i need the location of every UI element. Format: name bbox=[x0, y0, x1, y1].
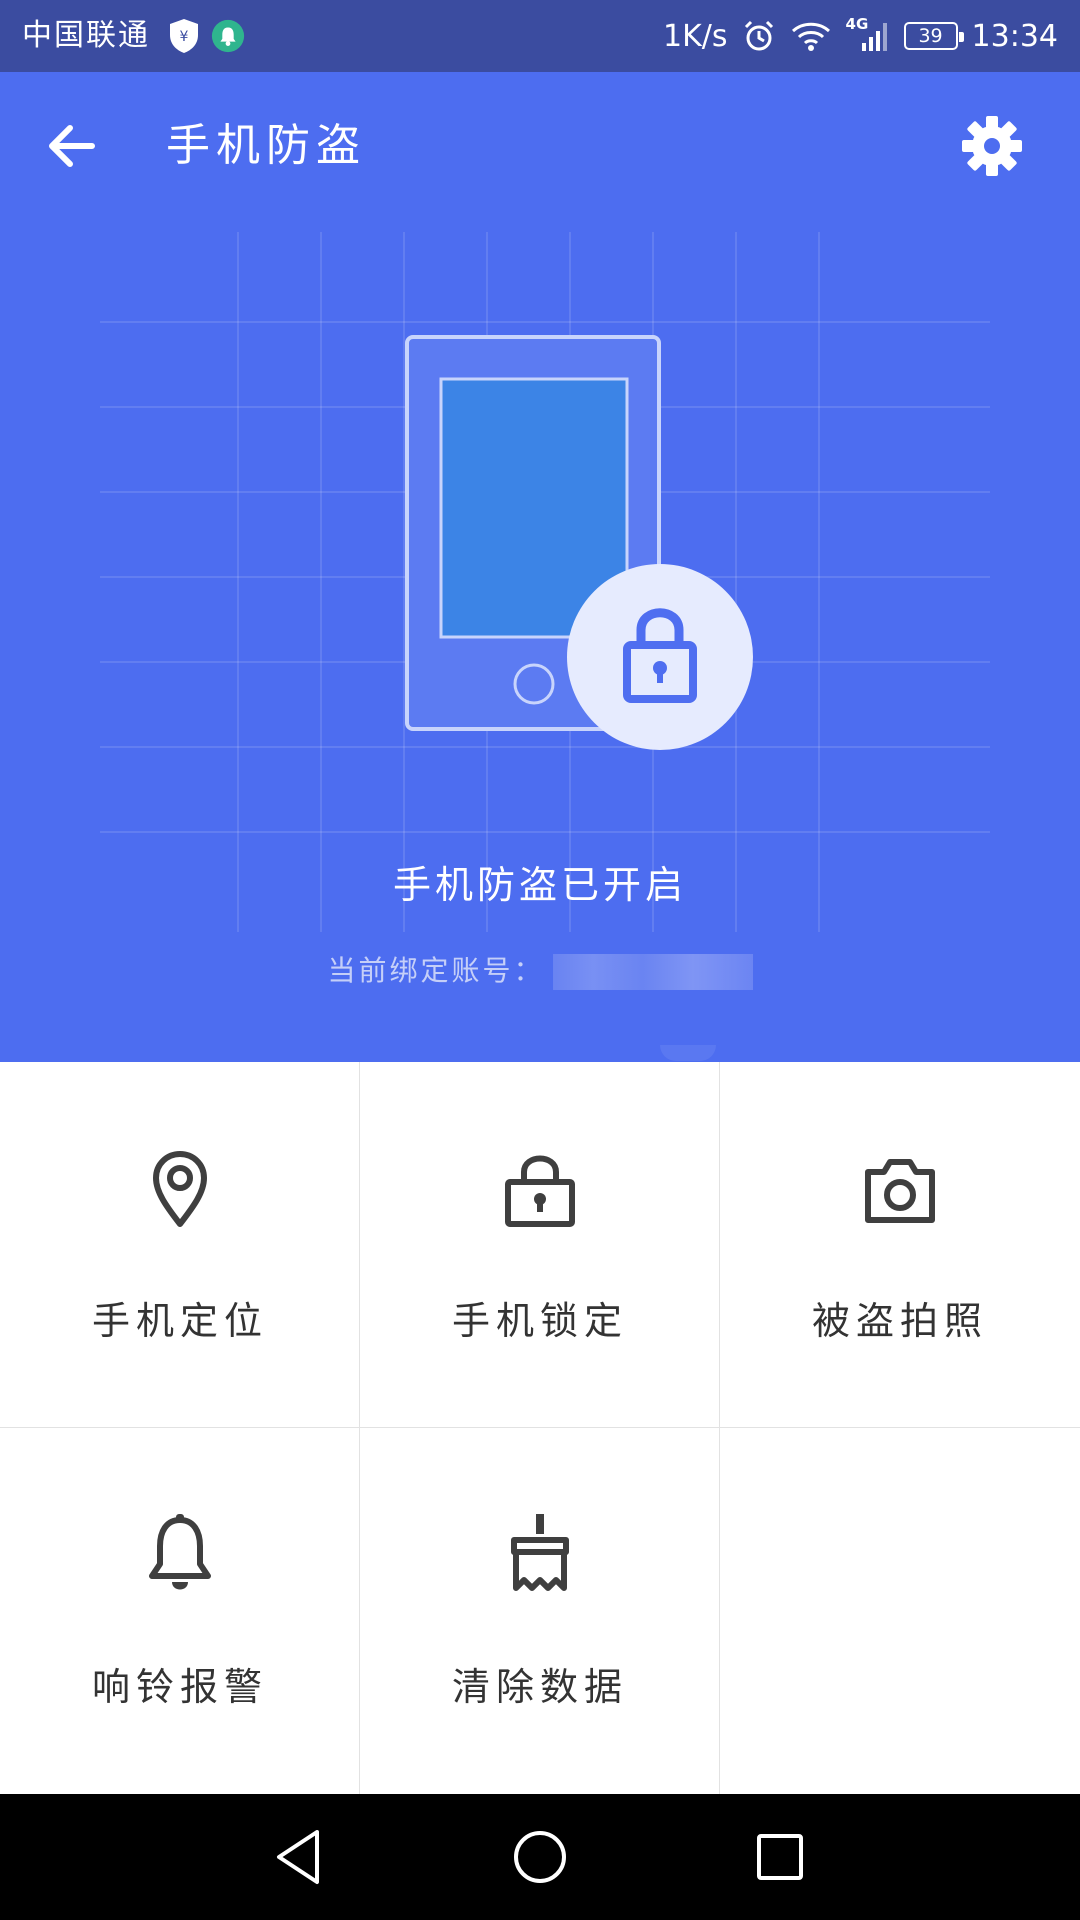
feature-wipe-data[interactable]: 清除数据 bbox=[360, 1428, 720, 1794]
status-bar-right: 1K/s 4G 39 13:34 bbox=[663, 14, 1058, 58]
battery-icon: 39 bbox=[903, 22, 964, 50]
status-bar: 中国联通 ¥ 1K/s 4G 39 13:34 bbox=[0, 0, 1080, 72]
phone-illustration bbox=[405, 335, 753, 750]
hero-header: 手机防盗 手机防盗已开启 当前绑定账号： bbox=[0, 72, 1080, 1062]
arrow-left-icon[interactable] bbox=[36, 114, 100, 178]
home-circle-icon[interactable] bbox=[507, 1824, 573, 1890]
hero-notch bbox=[660, 1045, 716, 1061]
feature-label: 响铃报警 bbox=[91, 1665, 268, 1709]
bound-account-label: 当前绑定账号： bbox=[327, 954, 545, 987]
clock: 13:34 bbox=[971, 18, 1058, 54]
recents-square-icon[interactable] bbox=[747, 1824, 813, 1890]
empty-cell bbox=[720, 1428, 1080, 1794]
feature-ring-alarm[interactable]: 响铃报警 bbox=[0, 1428, 360, 1794]
feature-lock-phone[interactable]: 手机锁定 bbox=[360, 1062, 720, 1428]
signal-icon: 4G bbox=[846, 15, 890, 53]
page-title: 手机防盗 bbox=[166, 120, 366, 171]
system-nav-bar bbox=[0, 1794, 1080, 1920]
alarm-icon bbox=[744, 20, 773, 51]
brush-icon bbox=[511, 1514, 569, 1591]
signal-bars bbox=[861, 23, 887, 51]
lock-icon bbox=[505, 1155, 575, 1227]
bound-account-row: 当前绑定账号： bbox=[0, 949, 1080, 990]
feature-label: 被盗拍照 bbox=[811, 1299, 988, 1343]
feature-theft-photo[interactable]: 被盗拍照 bbox=[720, 1062, 1080, 1428]
feature-label: 手机定位 bbox=[91, 1299, 268, 1343]
feature-locate-phone[interactable]: 手机定位 bbox=[0, 1062, 360, 1428]
carrier-name: 中国联通 bbox=[22, 18, 150, 53]
camera-icon bbox=[865, 1159, 935, 1223]
bell-icon bbox=[149, 1514, 211, 1590]
protection-status-text: 手机防盗已开启 bbox=[392, 863, 687, 907]
net-speed: 1K/s bbox=[663, 18, 728, 54]
bell-badge-icon bbox=[211, 19, 245, 53]
feature-label: 手机锁定 bbox=[451, 1299, 628, 1343]
feature-grid: 手机定位 手机锁定 被盗拍照 响铃报警 清除数据 bbox=[0, 1062, 1080, 1794]
feature-label: 清除数据 bbox=[451, 1665, 628, 1709]
redacted-account bbox=[552, 954, 753, 990]
shield-yen-icon: ¥ bbox=[170, 19, 198, 53]
wifi-icon bbox=[791, 22, 830, 51]
back-triangle-icon[interactable] bbox=[267, 1824, 333, 1890]
gear-icon[interactable] bbox=[956, 110, 1028, 182]
lock-badge bbox=[567, 564, 753, 750]
location-pin-icon bbox=[153, 1151, 207, 1227]
svg-text:¥: ¥ bbox=[180, 29, 189, 45]
